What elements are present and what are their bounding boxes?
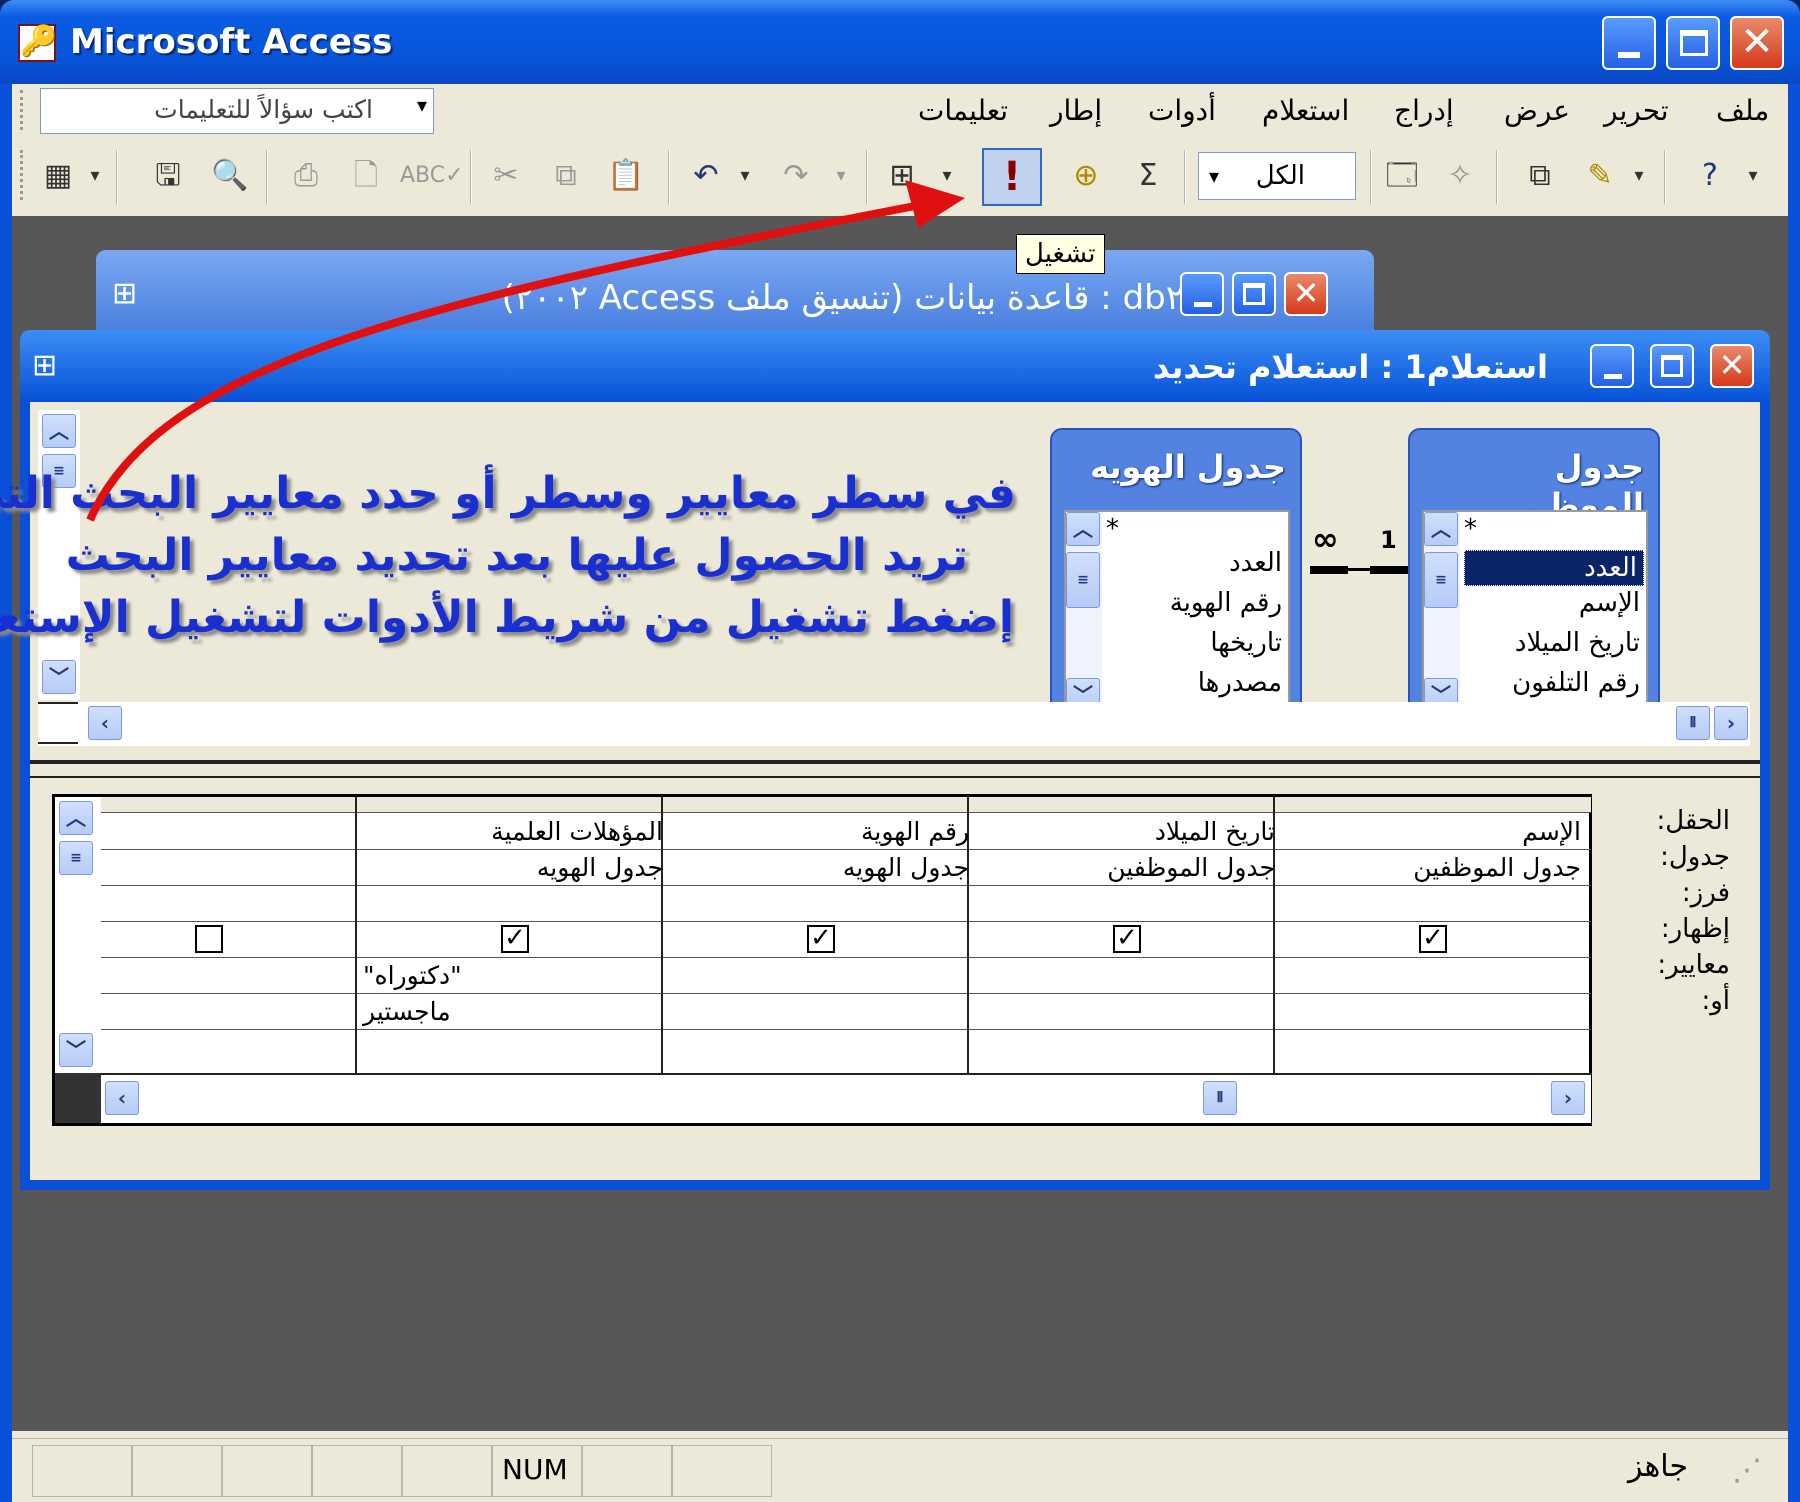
resize-grip-icon[interactable]: ⋰ <box>1732 1453 1762 1488</box>
status-pane <box>312 1445 402 1497</box>
arrow-head-icon <box>905 180 965 228</box>
status-num-indicator: NUM <box>502 1453 568 1486</box>
status-pane <box>32 1445 132 1497</box>
status-pane <box>582 1445 672 1497</box>
arrow-curve <box>86 201 921 522</box>
status-pane <box>402 1445 492 1497</box>
status-pane <box>222 1445 312 1497</box>
status-ready-text: جاهز <box>1627 1449 1688 1484</box>
status-bar: NUM جاهز ⋰ <box>12 1438 1788 1502</box>
annotation-arrow <box>86 180 965 522</box>
status-pane <box>672 1445 772 1497</box>
status-pane <box>132 1445 222 1497</box>
